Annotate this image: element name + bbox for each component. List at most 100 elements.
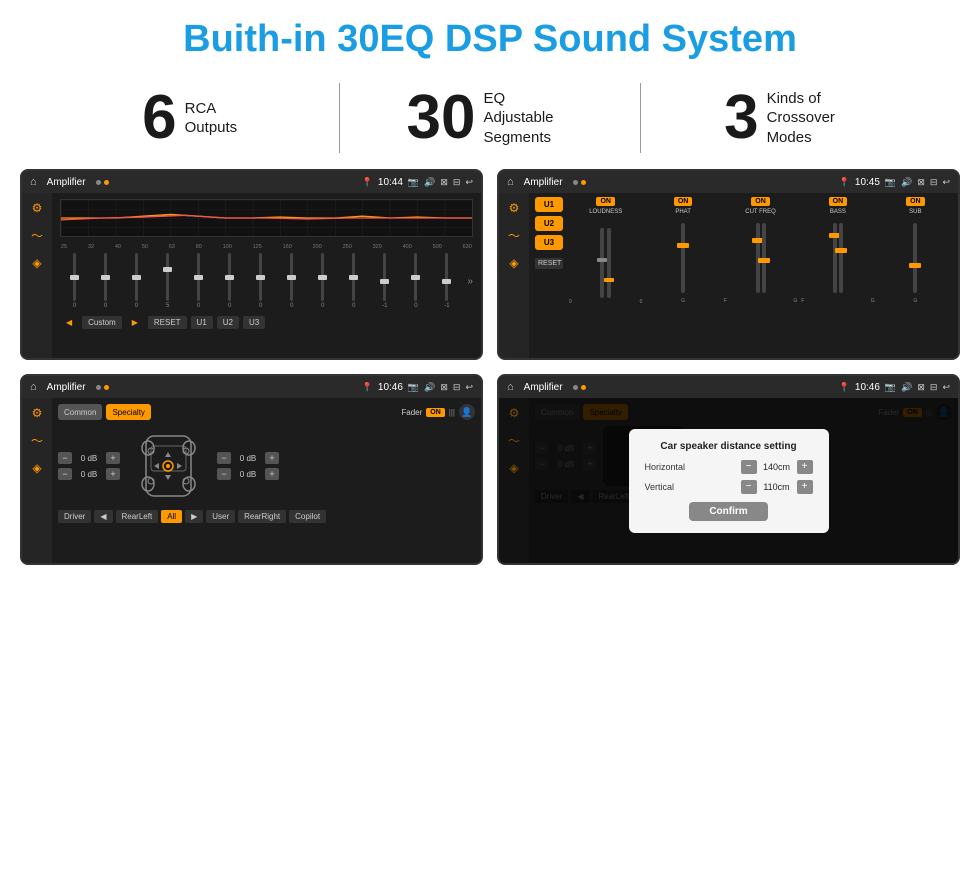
slider-8[interactable]: 0 (277, 253, 306, 309)
slider-2[interactable]: 0 (91, 253, 120, 309)
eq-status-dots (96, 180, 109, 185)
crossover-reset-btn[interactable]: RESET (535, 258, 563, 269)
fader-rr-minus[interactable]: − (217, 468, 231, 480)
eq-play-btn[interactable]: ▶ (126, 316, 144, 329)
eq-u1-btn[interactable]: U1 (191, 316, 213, 329)
eq-u2-btn[interactable]: U2 (217, 316, 239, 329)
eq-sidebar-icon1[interactable]: ⚙ (32, 201, 43, 215)
eq-prev-btn[interactable]: ◀ (60, 316, 78, 329)
eq-sidebar-icon2[interactable]: 〜 (31, 227, 43, 244)
fader-rl-plus[interactable]: + (106, 468, 120, 480)
fader-rl-minus[interactable]: − (58, 468, 72, 480)
eq-more-icon[interactable]: » (467, 276, 473, 287)
fader-copilot-btn[interactable]: Copilot (289, 510, 326, 523)
crossover-sidebar-icon3[interactable]: ◈ (509, 256, 518, 270)
dialog-horizontal-stepper: − 140cm + (741, 460, 813, 474)
crossover-back-icon[interactable]: ↩ (942, 177, 950, 188)
fader-fr-plus[interactable]: + (265, 452, 279, 464)
slider-3[interactable]: 0 (122, 253, 151, 309)
slider-10[interactable]: 0 (339, 253, 368, 309)
fader-fr-control: − 0 dB + (217, 452, 279, 464)
cutfreq-slider2[interactable] (762, 223, 766, 293)
bass-on[interactable]: ON (829, 197, 848, 206)
fader-cam-icon: 📷 (408, 382, 419, 393)
fader-vol-icon: 🔊 (424, 382, 435, 393)
fader-status-right: 📍 10:46 📷 🔊 ⊠ ⊟ ↩ (362, 382, 473, 393)
dialog-horizontal-minus[interactable]: − (741, 460, 757, 474)
crossover-home-icon[interactable]: ⌂ (507, 176, 514, 188)
slider-7[interactable]: 0 (246, 253, 275, 309)
crossover-sidebar-icon1[interactable]: ⚙ (509, 201, 520, 215)
fader-fl-minus[interactable]: − (58, 452, 72, 464)
dialog-vertical-plus[interactable]: + (797, 480, 813, 494)
crossover-sidebar-icon2[interactable]: 〜 (508, 227, 520, 244)
dialog-location-icon: 📍 (839, 382, 850, 393)
fader-driver-btn[interactable]: Driver (58, 510, 91, 523)
dialog-overlay: Car speaker distance setting Horizontal … (499, 398, 958, 563)
fader-rr-plus[interactable]: + (265, 468, 279, 480)
slider-6[interactable]: 0 (215, 253, 244, 309)
phat-slider[interactable] (681, 223, 685, 293)
phat-on[interactable]: ON (674, 197, 693, 206)
fader-sidebar-icon2[interactable]: 〜 (31, 432, 43, 449)
eq-sidebar-icon3[interactable]: ◈ (32, 256, 41, 270)
fader-on-badge[interactable]: ON (426, 408, 445, 417)
fader-all-btn[interactable]: All (161, 510, 182, 523)
dialog-vertical-minus[interactable]: − (741, 480, 757, 494)
dialog-back-icon[interactable]: ↩ (942, 382, 950, 393)
fader-sidebar-icon3[interactable]: ◈ (32, 461, 41, 475)
eq-main: 25 32 40 50 63 80 100 125 160 200 250 32… (52, 193, 481, 358)
fader-sidebar-icon1[interactable]: ⚙ (32, 406, 43, 420)
fader-left-controls: − 0 dB + − 0 dB + (58, 426, 120, 506)
sub-on[interactable]: ON (906, 197, 925, 206)
fader-user-icon[interactable]: 👤 (459, 404, 475, 420)
dialog-confirm-button[interactable]: Confirm (689, 502, 767, 521)
fader-fr-minus[interactable]: − (217, 452, 231, 464)
dialog-horizontal-plus[interactable]: + (797, 460, 813, 474)
eq-bottom: ◀ Custom ▶ RESET U1 U2 U3 (60, 316, 473, 329)
fader-rl-val: 0 dB (75, 470, 103, 479)
fader-arrow-left-btn[interactable]: ◀ (94, 510, 112, 523)
loudness-slider2[interactable] (607, 228, 611, 298)
eq-u3-btn[interactable]: U3 (243, 316, 265, 329)
sub-slider[interactable] (913, 223, 917, 293)
fader-back-icon[interactable]: ↩ (465, 382, 473, 393)
loudness-slider[interactable] (600, 228, 604, 298)
home-icon[interactable]: ⌂ (30, 176, 37, 188)
slider-9[interactable]: 0 (308, 253, 337, 309)
stats-row: 6 RCAOutputs 30 EQ AdjustableSegments 3 … (0, 73, 980, 169)
fader-arrow-right-btn[interactable]: ▶ (185, 510, 203, 523)
slider-4[interactable]: 5 (153, 253, 182, 309)
dialog-home-icon[interactable]: ⌂ (507, 381, 514, 393)
sub-label: SUB (909, 209, 921, 215)
fader-home-icon[interactable]: ⌂ (30, 381, 37, 393)
slider-12[interactable]: 0 (401, 253, 430, 309)
slider-1[interactable]: 0 (60, 253, 89, 309)
eq-sliders: 0 0 0 5 0 0 0 0 0 0 -1 0 -1 » (60, 251, 473, 311)
eq-back-icon[interactable]: ↩ (465, 177, 473, 188)
bass-slider1[interactable] (833, 223, 837, 293)
bass-slider2[interactable] (839, 223, 843, 293)
fader-common-tab[interactable]: Common (58, 404, 102, 420)
fader-sidebar: ⚙ 〜 ◈ (22, 398, 52, 563)
fader-rearright-btn[interactable]: RearRight (238, 510, 286, 523)
crossover-presets: U1 U2 U3 RESET (535, 197, 563, 354)
crossover-u1-btn[interactable]: U1 (535, 197, 563, 212)
slider-13[interactable]: -1 (432, 253, 461, 309)
fader-fl-plus[interactable]: + (106, 452, 120, 464)
fader-x-icon: ⊠ (440, 382, 448, 393)
loudness-on[interactable]: ON (596, 197, 615, 206)
fader-rearleft-btn[interactable]: RearLeft (116, 510, 159, 523)
slider-11[interactable]: -1 (370, 253, 399, 309)
cutfreq-on[interactable]: ON (751, 197, 770, 206)
dialog-screen-title: Amplifier (524, 382, 563, 393)
crossover-u2-btn[interactable]: U2 (535, 216, 563, 231)
fader-specialty-tab[interactable]: Specialty (106, 404, 150, 420)
fader-sliders-icon: ||| (449, 408, 455, 417)
eq-reset-btn[interactable]: RESET (148, 316, 187, 329)
stat-rca-label: RCAOutputs (185, 99, 238, 138)
fader-user-btn[interactable]: User (206, 510, 235, 523)
fader-time: 10:46 (378, 382, 403, 393)
crossover-u3-btn[interactable]: U3 (535, 235, 563, 250)
slider-5[interactable]: 0 (184, 253, 213, 309)
